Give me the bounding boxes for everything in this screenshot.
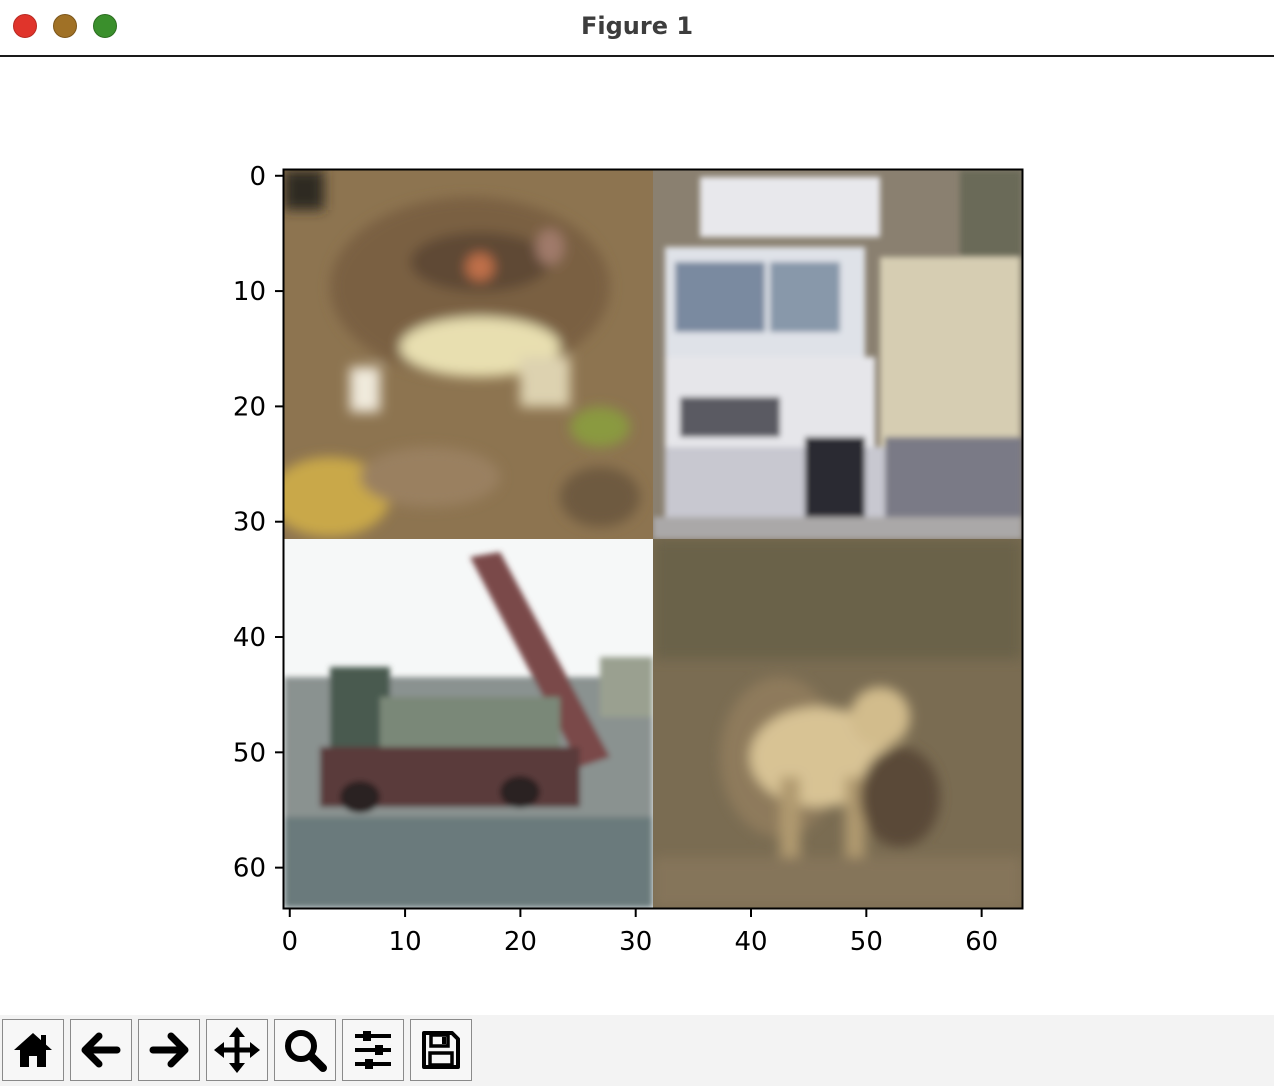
move-icon [214,1027,260,1073]
x-tick-label: 50 [850,927,883,957]
sliders-icon [355,1031,391,1069]
home-button[interactable] [2,1019,64,1081]
x-tick-label: 40 [734,927,767,957]
y-tick-label: 60 [233,854,266,884]
y-tick-label: 10 [233,277,266,307]
x-tick-label: 60 [965,927,998,957]
figure-canvas[interactable]: 0 10 20 30 40 50 60 0 10 20 30 40 50 60 [0,57,1274,1015]
y-axis: 0 10 20 30 40 50 60 [233,162,284,884]
image-tile-dump-truck [284,539,653,908]
configure-subplots-button[interactable] [342,1019,404,1081]
y-tick-label: 0 [249,162,266,192]
x-tick-label: 10 [389,927,422,957]
x-tick-label: 20 [504,927,537,957]
magnifier-icon [285,1030,327,1072]
save-button[interactable] [410,1019,472,1081]
x-tick-label: 0 [281,927,298,957]
y-tick-label: 40 [233,623,266,653]
x-tick-label: 30 [619,927,652,957]
window-title: Figure 1 [580,12,694,40]
home-icon [14,1033,52,1067]
forward-button[interactable] [138,1019,200,1081]
arrow-right-icon [149,1032,189,1068]
image-tile-truck [653,170,1022,539]
back-button[interactable] [70,1019,132,1081]
image-tile-frog [284,170,653,539]
window-titlebar: Figure 1 [0,0,1274,57]
navigation-toolbar [0,1015,1274,1086]
zoom-button[interactable] [274,1019,336,1081]
x-axis: 0 10 20 30 40 50 60 [281,908,998,957]
y-tick-label: 50 [233,738,266,768]
arrow-left-icon [81,1032,121,1068]
floppy-disk-icon [422,1031,460,1069]
image-tile-deer [653,539,1022,908]
plot-svg: 0 10 20 30 40 50 60 0 10 20 30 40 50 60 [233,162,1024,957]
y-tick-label: 30 [233,508,266,538]
y-tick-label: 20 [233,392,266,422]
pan-button[interactable] [206,1019,268,1081]
